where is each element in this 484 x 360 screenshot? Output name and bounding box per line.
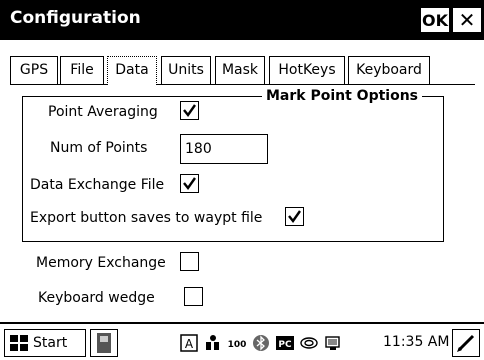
gps-a-icon[interactable]: A [180, 334, 198, 352]
checkmark-icon [183, 177, 196, 191]
start-button[interactable]: Start [4, 329, 86, 357]
tab-file[interactable]: File [60, 56, 104, 85]
pc-icon[interactable]: PC [276, 334, 294, 352]
tab-hotkeys[interactable]: HotKeys [269, 56, 345, 85]
keyboard-wedge-label: Keyboard wedge [38, 290, 155, 306]
keyboard-wedge-checkbox[interactable] [184, 287, 203, 306]
clock[interactable]: 11:35 AM [383, 333, 449, 351]
point-averaging-label: Point Averaging [48, 104, 158, 120]
tab-baseline [157, 84, 475, 85]
checkmark-icon [183, 104, 196, 118]
battery-icon[interactable] [324, 334, 342, 352]
svg-text:100: 100 [228, 340, 246, 350]
windows-flag-icon [10, 335, 28, 351]
checkmark-icon [288, 210, 301, 224]
connectivity-icon[interactable] [204, 334, 222, 352]
num-points-label: Num of Points [50, 140, 148, 156]
tab-data[interactable]: Data [107, 56, 157, 85]
start-label: Start [33, 335, 68, 351]
bluetooth-icon[interactable] [252, 334, 270, 352]
memory-exchange-label: Memory Exchange [36, 255, 166, 271]
tab-mask[interactable]: Mask [215, 56, 265, 85]
num-points-input[interactable]: 180 [180, 134, 268, 164]
memory-exchange-checkbox[interactable] [180, 252, 199, 271]
export-button-checkbox[interactable] [285, 207, 304, 226]
window-title: Configuration [10, 8, 141, 28]
svg-text:A: A [185, 337, 194, 351]
group-title: Mark Point Options [262, 87, 423, 105]
taskbar: Start A 100 PC 11:35 AM [0, 322, 484, 360]
svg-text:PC: PC [278, 340, 292, 350]
point-averaging-checkbox[interactable] [180, 101, 199, 120]
data-exchange-file-checkbox[interactable] [180, 174, 199, 193]
system-tray: A 100 PC [180, 330, 348, 356]
tab-units[interactable]: Units [161, 56, 211, 85]
tab-keyboard[interactable]: Keyboard [348, 56, 430, 85]
export-button-label: Export button saves to waypt file [30, 210, 263, 226]
data-exchange-file-label: Data Exchange File [30, 177, 165, 193]
title-bar: Configuration OK ✕ [0, 0, 484, 40]
input-panel-button[interactable] [452, 329, 480, 357]
tab-gps[interactable]: GPS [10, 56, 58, 85]
wireless-icon[interactable] [300, 334, 318, 352]
pen-icon [457, 334, 475, 352]
100-icon[interactable]: 100 [228, 334, 246, 352]
close-button[interactable]: ✕ [452, 7, 482, 33]
app-icon [97, 333, 111, 353]
ok-button[interactable]: OK [420, 7, 450, 33]
tab-baseline [10, 84, 107, 85]
app-task-icon[interactable] [90, 329, 118, 357]
